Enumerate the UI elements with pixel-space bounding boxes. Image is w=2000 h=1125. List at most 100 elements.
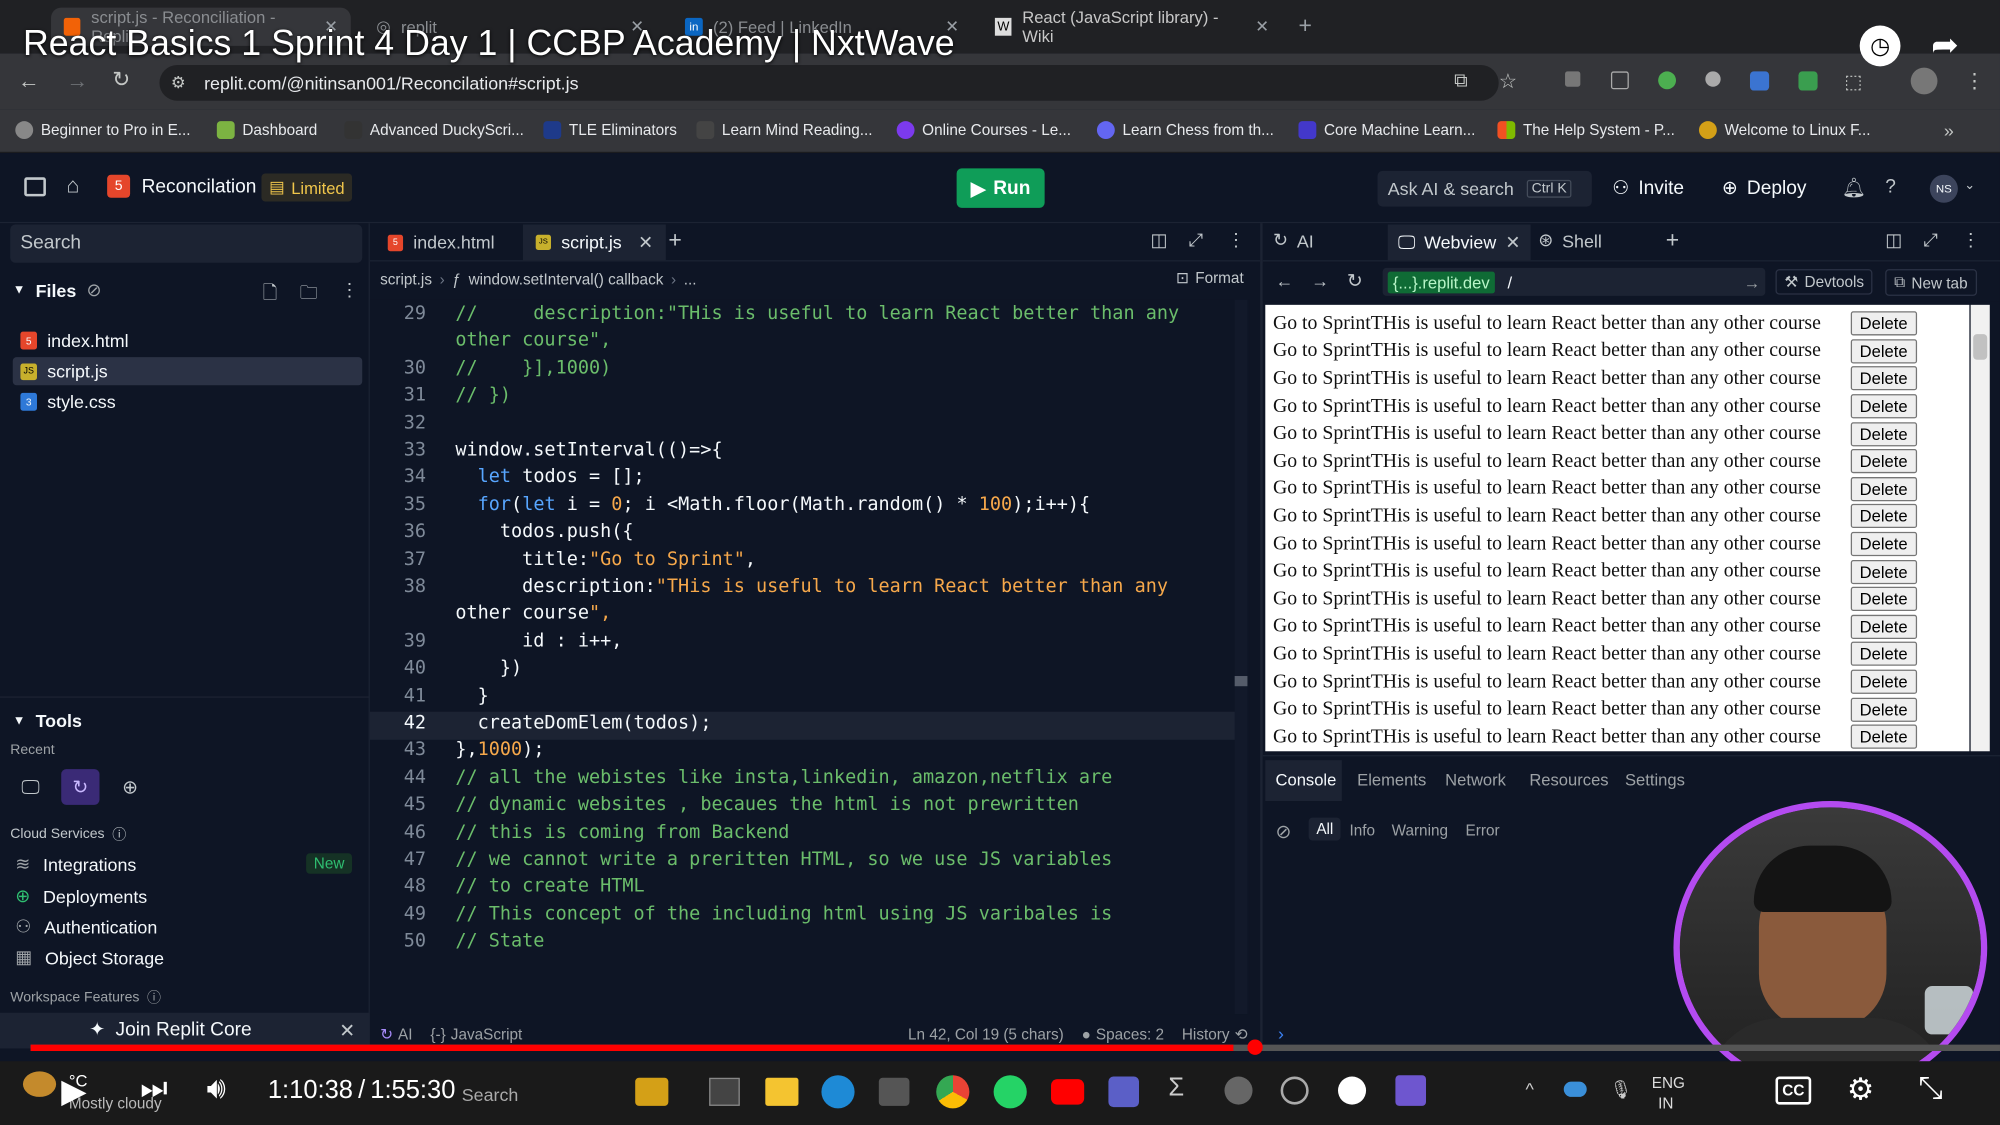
play-icon[interactable]: ▶: [61, 1071, 87, 1111]
new-folder-icon[interactable]: 🗀︎: [300, 279, 318, 310]
bookmark-item[interactable]: Beginner to Pro in E...: [15, 121, 191, 140]
extension-icon[interactable]: [1610, 71, 1629, 90]
whatsapp-icon[interactable]: [993, 1075, 1027, 1109]
bookmark-item[interactable]: Welcome to Linux F...: [1698, 121, 1871, 140]
bookmark-item[interactable]: Core Machine Learn...: [1298, 121, 1475, 140]
maximize-icon[interactable]: ⤢: [1189, 230, 1203, 252]
bell-icon[interactable]: 🔔︎: [1842, 176, 1866, 199]
delete-button[interactable]: Delete: [1850, 504, 1917, 529]
go-icon[interactable]: →: [1744, 272, 1761, 291]
delete-button[interactable]: Delete: [1850, 531, 1917, 557]
more-bookmarks-icon[interactable]: »: [1944, 120, 1954, 140]
delete-button[interactable]: Delete: [1850, 587, 1917, 612]
deploy-tool-icon[interactable]: ⊕: [112, 770, 148, 803]
extensions-puzzle-icon[interactable]: ⬚: [1844, 70, 1862, 93]
console-prompt-icon[interactable]: ›: [1278, 1023, 1284, 1043]
settings-gear-icon[interactable]: ⚙: [1847, 1071, 1874, 1108]
bookmark-item[interactable]: Dashboard: [216, 121, 317, 140]
extension-icon[interactable]: [1658, 71, 1677, 90]
add-tab-icon[interactable]: +: [668, 227, 681, 254]
forward-icon[interactable]: →: [1311, 270, 1329, 290]
menu-kebab-icon[interactable]: ⋮: [341, 279, 359, 301]
menu-kebab-icon[interactable]: ⋮: [1964, 69, 1984, 95]
region-indicator[interactable]: IN: [1658, 1094, 1673, 1112]
ask-ai-search[interactable]: Ask AI & search Ctrl K: [1377, 170, 1592, 207]
delete-button[interactable]: Delete: [1850, 724, 1917, 749]
devtools-button[interactable]: ⚒ Devtools: [1775, 269, 1874, 295]
extension-icon[interactable]: [1798, 71, 1818, 91]
webview-scrollbar[interactable]: [1970, 304, 1990, 752]
invite-button[interactable]: ⚇ Invite: [1612, 176, 1684, 199]
cloud-item-deployments[interactable]: ⊕ Deployments: [15, 885, 147, 907]
next-icon[interactable]: ⏭︎: [140, 1071, 168, 1107]
mic-icon[interactable]: 🎙︎: [1610, 1079, 1633, 1101]
home-icon[interactable]: ⌂: [66, 173, 79, 199]
avatar[interactable]: NS: [1929, 174, 1958, 203]
sigma-icon[interactable]: Σ: [1168, 1074, 1184, 1103]
tab-settings[interactable]: Settings: [1625, 770, 1685, 789]
search-input[interactable]: Search: [10, 224, 363, 263]
install-icon[interactable]: ⧉: [1454, 70, 1468, 92]
bookmark-star-icon[interactable]: ☆: [1499, 69, 1517, 95]
status-ai[interactable]: ↻ AI: [380, 1026, 412, 1044]
filter-warning[interactable]: Warning: [1392, 821, 1448, 839]
scrollbar-thumb[interactable]: [1234, 676, 1248, 687]
bookmark-item[interactable]: Learn Mind Reading...: [696, 121, 873, 140]
onedrive-icon[interactable]: [1563, 1081, 1587, 1097]
reload-icon[interactable]: ↻: [1347, 269, 1363, 292]
delete-button[interactable]: Delete: [1850, 421, 1917, 447]
breadcrumb-item[interactable]: ...: [684, 270, 697, 288]
webview-scrollbar-thumb[interactable]: [1973, 334, 1988, 360]
profile-avatar[interactable]: [1910, 67, 1938, 95]
new-tab-button[interactable]: ⧉ New tab: [1885, 269, 1977, 296]
tab-network[interactable]: Network: [1445, 770, 1506, 789]
tab-index-html[interactable]: 5 index.html: [375, 224, 507, 260]
split-pane-icon[interactable]: ◫: [1151, 230, 1168, 252]
scrollbar[interactable]: [1234, 299, 1248, 1015]
file-item-index-html[interactable]: 5 index.html: [13, 327, 362, 355]
close-icon[interactable]: ✕: [339, 1019, 355, 1042]
tab-console[interactable]: Console: [1276, 770, 1337, 789]
bookmark-item[interactable]: Advanced DuckyScri...: [344, 121, 524, 140]
close-icon[interactable]: ✕: [638, 232, 653, 254]
clear-console-icon[interactable]: ⊘: [1276, 820, 1292, 843]
back-icon[interactable]: ←: [1276, 270, 1294, 290]
extension-icon[interactable]: [1749, 71, 1770, 91]
tools-header[interactable]: ▼ Tools: [13, 710, 82, 730]
store-icon[interactable]: [878, 1077, 910, 1106]
menu-kebab-icon[interactable]: ⋮: [1227, 230, 1245, 252]
taskbar-app-icon[interactable]: [635, 1077, 669, 1106]
delete-button[interactable]: Delete: [1850, 449, 1917, 474]
console-tool-icon[interactable]: 🖵︎: [13, 770, 49, 803]
breadcrumb-item[interactable]: script.js: [380, 270, 432, 288]
github-icon[interactable]: [1337, 1076, 1367, 1105]
delete-button[interactable]: Delete: [1850, 476, 1917, 502]
cloud-item-authentication[interactable]: ⚇ Authentication: [15, 916, 157, 938]
delete-button[interactable]: Delete: [1850, 394, 1917, 419]
join-core-button[interactable]: ✦ Join Replit Core: [89, 1018, 251, 1040]
share-icon[interactable]: ➦: [1931, 26, 1959, 66]
tab-ai[interactable]: ↻ AI: [1273, 230, 1314, 252]
chevron-down-icon[interactable]: ⌄: [1964, 179, 1975, 193]
delete-button[interactable]: Delete: [1850, 642, 1917, 667]
file-item-style-css[interactable]: 3 style.css: [13, 388, 362, 416]
tab-script-js[interactable]: JS script.js ✕: [522, 224, 666, 261]
help-icon[interactable]: ?: [1885, 176, 1896, 198]
captions-button[interactable]: CC: [1775, 1076, 1812, 1105]
forward-icon[interactable]: →: [66, 69, 88, 95]
edge-icon[interactable]: [821, 1075, 855, 1109]
tab-resources[interactable]: Resources: [1529, 770, 1608, 789]
delete-button[interactable]: Delete: [1850, 614, 1917, 639]
extension-icon[interactable]: [1705, 71, 1721, 87]
menu-kebab-icon[interactable]: ⋮: [1962, 230, 1980, 252]
sidebar-toggle-icon[interactable]: [24, 177, 46, 197]
app-icon[interactable]: [1280, 1076, 1309, 1105]
cloud-item-object-storage[interactable]: ▦ Object Storage: [15, 946, 164, 968]
reload-icon[interactable]: ↻: [112, 68, 130, 94]
volume-icon[interactable]: 🔊︎: [207, 1071, 226, 1107]
format-button[interactable]: ⊡ Format: [1176, 269, 1244, 287]
taskbar-search[interactable]: Search: [462, 1084, 519, 1104]
delete-button[interactable]: Delete: [1850, 366, 1917, 391]
breadcrumb-item[interactable]: window.setInterval() callback: [469, 270, 664, 288]
tab-elements[interactable]: Elements: [1357, 770, 1426, 789]
